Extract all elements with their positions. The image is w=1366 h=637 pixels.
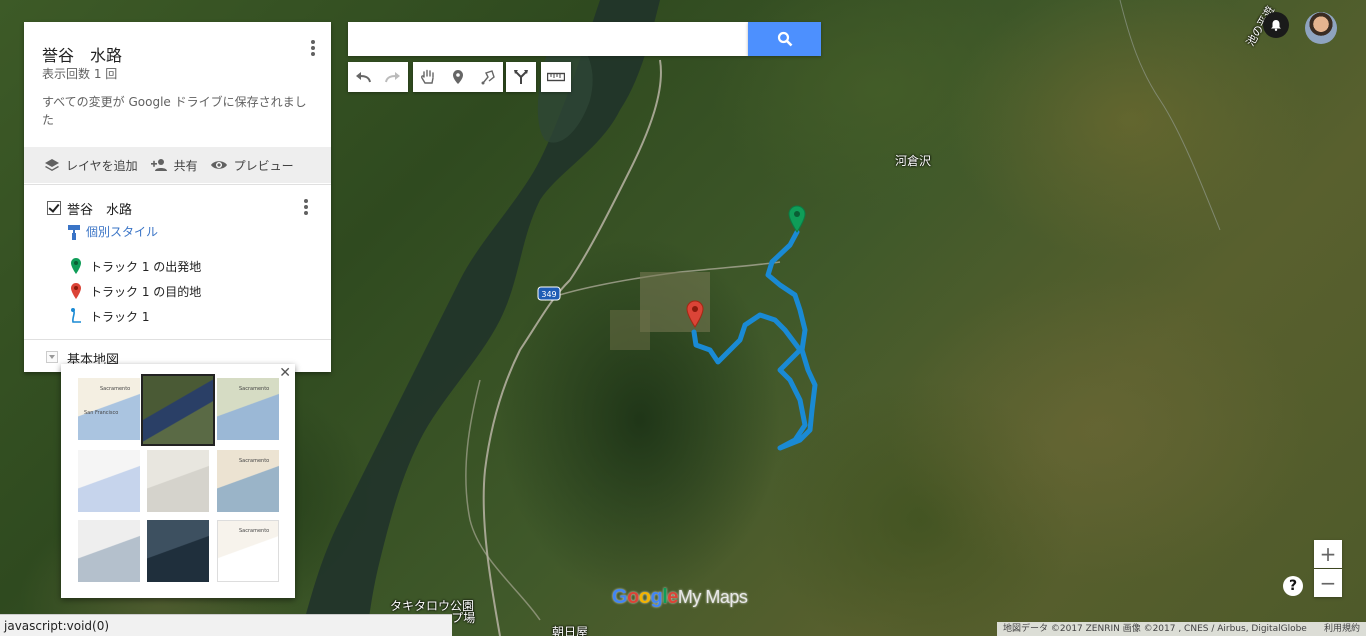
reservoir: [300, 0, 660, 636]
layer-item-track[interactable]: トラック 1: [70, 307, 149, 325]
measure-group: [541, 62, 571, 92]
basemap-chooser: ✕ Sacramento San Francisco Sacramento Sa…: [61, 364, 295, 598]
redo-icon: [385, 72, 400, 83]
map-options-menu-icon[interactable]: [303, 38, 323, 58]
directions-group: [506, 62, 536, 92]
add-layer-label: レイヤを追加: [66, 158, 138, 173]
layer-visibility-checkbox[interactable]: [47, 201, 61, 215]
directions-icon: [514, 70, 528, 84]
redo-button[interactable]: [378, 62, 408, 92]
avatar[interactable]: [1305, 12, 1337, 44]
layer-options-menu-icon[interactable]: [296, 197, 316, 217]
place-label: 河倉沢: [895, 154, 932, 168]
individual-style-label: 個別スタイル: [86, 225, 159, 239]
road-lower: [465, 379, 541, 621]
thumb-label: Sacramento: [239, 458, 270, 464]
red-marker-icon[interactable]: [686, 300, 704, 328]
layer-item-label: トラック 1 の目的地: [90, 284, 202, 299]
add-person-icon: [150, 159, 167, 171]
basemap-option-satellite[interactable]: [141, 374, 215, 446]
green-marker-icon[interactable]: [788, 205, 806, 233]
expand-toggle-icon[interactable]: [46, 351, 58, 363]
thumb-label: Sacramento: [100, 386, 131, 392]
thumb-label: Sacramento: [239, 386, 270, 392]
layer-item-label: トラック 1 の出発地: [90, 259, 202, 274]
undo-icon: [356, 72, 371, 83]
layer-item-start[interactable]: トラック 1 の出発地: [70, 257, 201, 275]
terms-link[interactable]: 利用規約: [1324, 622, 1360, 636]
basemap-option-whitewater[interactable]: Sacramento: [217, 520, 279, 582]
layer-item-end[interactable]: トラック 1 の目的地: [70, 282, 201, 300]
attribution-text: 地図データ ©2017 ZENRIN 画像 ©2017 , CNES / Air…: [1003, 624, 1307, 634]
layer-name[interactable]: 誉谷 水路: [67, 199, 132, 218]
thumb-label: San Francisco: [84, 410, 119, 416]
layer-section: 誉谷 水路 個別スタイル トラック 1 の出発地 トラック 1 の目的地 トラッ…: [24, 184, 331, 340]
help-button[interactable]: ?: [1283, 576, 1303, 596]
map-details-panel: 誉谷 水路 表示回数 1 回 すべての変更が Google ドライブに保存されま…: [24, 22, 331, 372]
search-button[interactable]: [748, 22, 821, 56]
draw-line-button[interactable]: [473, 62, 503, 92]
map-attribution: 地図データ ©2017 ZENRIN 画像 ©2017 , CNES / Air…: [997, 622, 1366, 636]
measure-button[interactable]: [541, 62, 571, 92]
layer-item-label: トラック 1: [90, 309, 150, 324]
directions-button[interactable]: [506, 62, 536, 92]
basemap-option-map[interactable]: Sacramento San Francisco: [78, 378, 140, 440]
basemap-option-dark-landmass[interactable]: [147, 520, 209, 582]
paint-roller-icon: [68, 224, 80, 240]
layers-icon: [45, 159, 59, 171]
view-count: 表示回数 1 回: [42, 67, 118, 81]
undo-redo-group: [348, 62, 408, 92]
hand-icon: [421, 69, 434, 84]
notifications-button[interactable]: [1263, 12, 1289, 38]
bell-icon: [1271, 20, 1281, 31]
zoom-in-button[interactable]: +: [1314, 540, 1342, 568]
line-icon: [71, 308, 81, 323]
ruler-icon: [547, 72, 565, 82]
basemap-option-light-political[interactable]: [78, 450, 140, 512]
share-button[interactable]: 共有: [150, 157, 198, 174]
google-mymaps-logo: GoogleMy Maps: [612, 586, 748, 608]
undo-button[interactable]: [348, 62, 378, 92]
zoom-out-button[interactable]: −: [1314, 569, 1342, 597]
green-marker-icon: [71, 258, 81, 274]
pan-tool-button[interactable]: [413, 62, 443, 92]
thumb-label: Sacramento: [239, 528, 270, 534]
basemap-option-terrain[interactable]: Sacramento: [217, 378, 279, 440]
basemap-option-light-landmass[interactable]: [78, 520, 140, 582]
road-shield-label: 349: [541, 290, 556, 299]
basemap-option-mono-city[interactable]: [147, 450, 209, 512]
preview-label: プレビュー: [233, 158, 294, 173]
place-label-2: 朝日屋: [552, 625, 589, 636]
field-patch: [610, 310, 650, 350]
individual-style-link[interactable]: 個別スタイル: [68, 223, 158, 240]
marker-icon: [453, 70, 463, 84]
search-input[interactable]: [348, 22, 748, 56]
map-title[interactable]: 誉谷 水路: [42, 42, 122, 66]
stream: [1119, 0, 1221, 231]
browser-status-bar: javascript:void(0): [0, 614, 452, 636]
draw-line-icon: [481, 70, 495, 85]
panel-toolbar: レイヤを追加 共有 プレビュー: [24, 147, 331, 183]
save-status: すべての変更が Google ドライブに保存されました: [42, 95, 307, 127]
add-layer-button[interactable]: レイヤを追加: [44, 157, 138, 174]
basemap-option-simple-atlas[interactable]: Sacramento: [217, 450, 279, 512]
add-marker-button[interactable]: [443, 62, 473, 92]
share-label: 共有: [173, 158, 198, 173]
mymaps-label: My Maps: [677, 587, 748, 607]
close-icon[interactable]: ✕: [279, 365, 291, 381]
red-marker-icon: [71, 283, 81, 299]
search-icon: [777, 31, 792, 47]
preview-button[interactable]: プレビュー: [210, 157, 294, 174]
draw-tools-group: [413, 62, 503, 92]
eye-icon: [210, 161, 227, 169]
